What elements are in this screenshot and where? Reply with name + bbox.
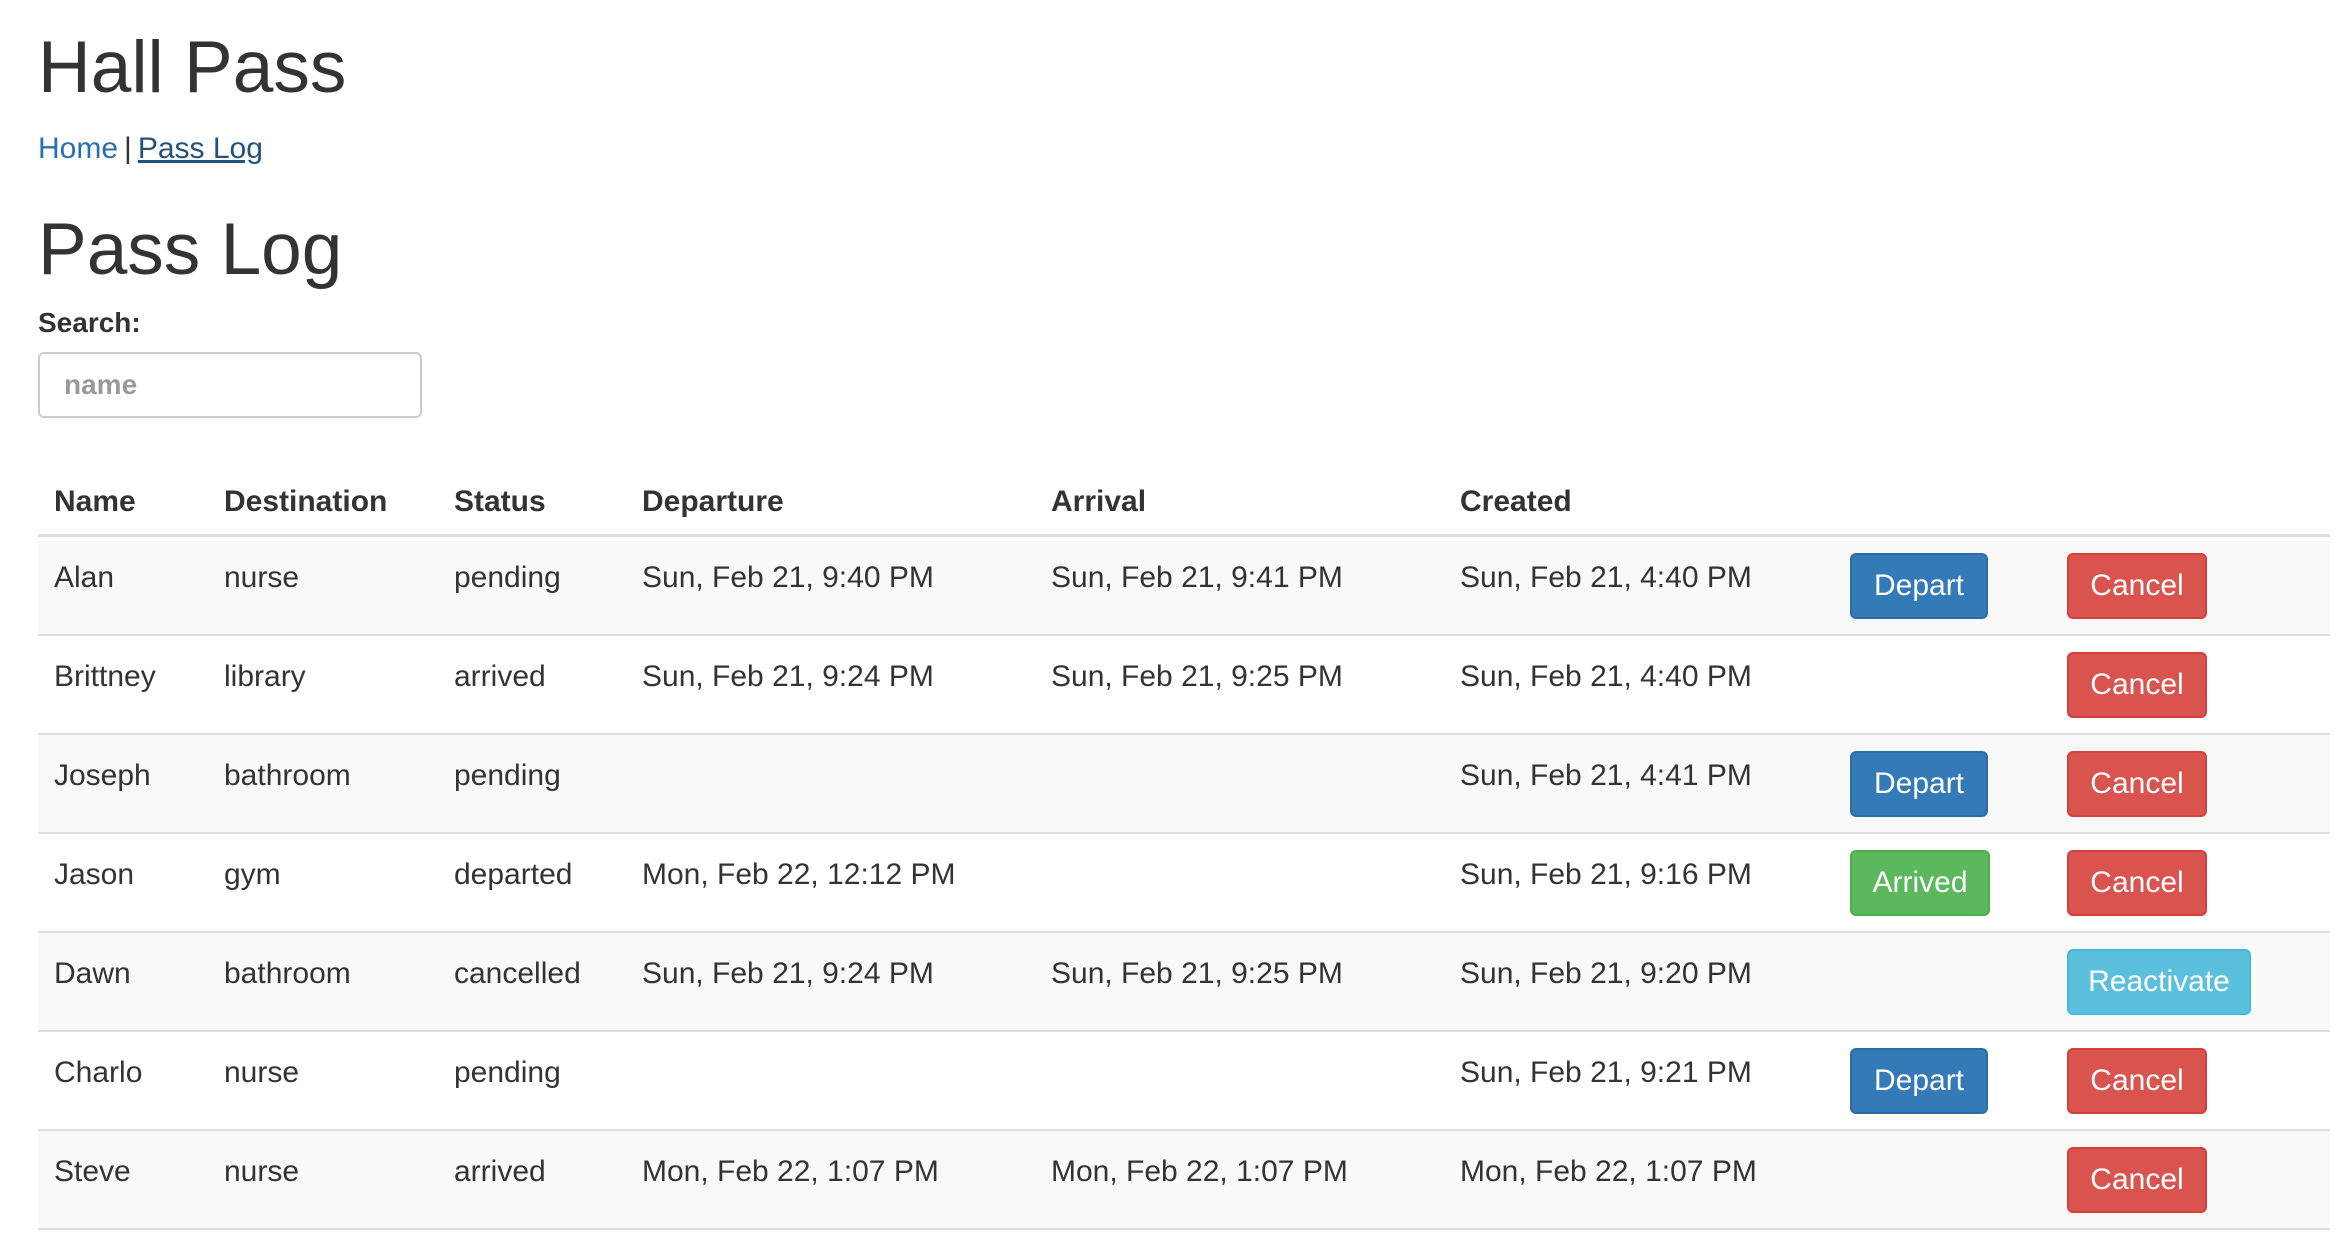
cell-arrival: Sun, Feb 21, 9:25 PM [1035,634,1444,735]
cell-name: Jason [38,832,208,933]
nav-home-link[interactable]: Home [38,132,118,165]
cell-destination: nurse [208,535,438,636]
cell-action-2: Cancel [2051,535,2330,636]
cell-departure: Sun, Feb 21, 9:24 PM [626,931,1035,1032]
cell-created: Sun, Feb 21, 9:21 PM [1444,1030,1834,1131]
cell-departure [626,1030,1035,1131]
table-row: Jason gym departed Mon, Feb 22, 12:12 PM Sun… [38,832,2330,933]
depart-button[interactable]: Depart [1850,553,1988,619]
column-header-created: Created [1444,470,1834,537]
cell-arrival: Mon, Feb 22, 1:07 PM [1035,1129,1444,1230]
cell-departure: Sun, Feb 21, 9:40 PM [626,535,1035,636]
cell-destination: gym [208,832,438,933]
cell-action-2: Reactivate [2051,931,2330,1032]
column-header-action-2 [2051,470,2330,537]
column-header-name: Name [38,470,208,537]
cell-created: Sun, Feb 21, 4:41 PM [1444,733,1834,834]
cell-action-2: Cancel [2051,634,2330,735]
cell-action-1: Depart [1834,535,2051,636]
cell-status: pending [438,535,626,636]
cell-action-2: Cancel [2051,1030,2330,1131]
cell-created: Mon, Feb 22, 1:07 PM [1444,1129,1834,1230]
cell-departure: Mon, Feb 22, 12:12 PM [626,832,1035,933]
cell-created: Sun, Feb 21, 4:40 PM [1444,535,1834,636]
cancel-button[interactable]: Cancel [2067,849,2207,916]
cell-status: pending [438,733,626,834]
cell-destination: bathroom [208,931,438,1032]
cell-created: Sun, Feb 21, 9:20 PM [1444,931,1834,1032]
reactivate-button[interactable]: Reactivate [2067,948,2251,1015]
cancel-button[interactable]: Cancel [2067,553,2207,619]
cell-arrival [1035,733,1444,834]
table-row: Charlo nurse pending Sun, Feb 21, 9:21 PM De… [38,1030,2330,1131]
cell-action-2: Cancel [2051,1129,2330,1230]
cell-status: cancelled [438,931,626,1032]
pass-log-table: Name Destination Status Departure Arriva… [38,470,2330,1230]
depart-button[interactable]: Depart [1850,750,1988,817]
cell-name: Alan [38,535,208,636]
cell-action-2: Cancel [2051,733,2330,834]
cell-action-2: Cancel [2051,832,2330,933]
column-header-action-1 [1834,470,2051,537]
cancel-button[interactable]: Cancel [2067,750,2207,817]
column-header-status: Status [438,470,626,537]
cancel-button[interactable]: Cancel [2067,1047,2207,1114]
cell-departure [626,733,1035,834]
table-row: Alan nurse pending Sun, Feb 21, 9:40 PM Sun,… [38,535,2330,636]
nav-bar: Home | Pass Log [38,130,2331,168]
cell-action-1 [1834,634,2051,735]
arrived-button[interactable]: Arrived [1850,849,1990,916]
cell-status: pending [438,1030,626,1131]
table-row: Brittney library arrived Sun, Feb 21, 9:24 … [38,634,2330,735]
column-header-destination: Destination [208,470,438,537]
cell-arrival [1035,1030,1444,1131]
cell-name: Charlo [38,1030,208,1131]
page-container: Hall Pass Home | Pass Log Pass Log Search:… [0,0,2336,1230]
cell-arrival: Sun, Feb 21, 9:41 PM [1035,535,1444,636]
app-title: Hall Pass [38,27,347,108]
cell-destination: bathroom [208,733,438,834]
cell-destination: library [208,634,438,735]
column-header-arrival: Arrival [1035,470,1444,537]
cell-name: Brittney [38,634,208,735]
nav-separator: | [124,132,132,165]
cancel-button[interactable]: Cancel [2067,1146,2207,1213]
cell-created: Sun, Feb 21, 9:16 PM [1444,832,1834,933]
cell-action-1 [1834,1129,2051,1230]
cell-departure: Mon, Feb 22, 1:07 PM [626,1129,1035,1230]
search-label: Search: [38,307,141,338]
cell-created: Sun, Feb 21, 4:40 PM [1444,634,1834,735]
cell-departure: Sun, Feb 21, 9:24 PM [626,634,1035,735]
cell-name: Dawn [38,931,208,1032]
cell-name: Steve [38,1129,208,1230]
cancel-button[interactable]: Cancel [2067,651,2207,718]
cell-status: arrived [438,634,626,735]
header-row: Name Destination Status Departure Arriva… [38,470,2330,537]
cell-name: Joseph [38,733,208,834]
depart-button[interactable]: Depart [1850,1047,1988,1114]
cell-action-1: Depart [1834,733,2051,834]
table-header: Name Destination Status Departure Arriva… [38,470,2330,537]
cell-status: arrived [438,1129,626,1230]
cell-action-1: Depart [1834,1030,2051,1131]
page-title: Pass Log [38,209,343,290]
cell-arrival: Sun, Feb 21, 9:25 PM [1035,931,1444,1032]
cell-destination: nurse [208,1129,438,1230]
table-body: Alan nurse pending Sun, Feb 21, 9:40 PM Sun,… [38,535,2330,1230]
cell-action-1: Arrived [1834,832,2051,933]
table-row: Steve nurse arrived Mon, Feb 22, 1:07 PM Mon… [38,1129,2330,1230]
cell-arrival [1035,832,1444,933]
table-row: Dawn bathroom cancelled Sun, Feb 21, 9:24 P… [38,931,2330,1032]
table-row: Joseph bathroom pending Sun, Feb 21, 4:41 P… [38,733,2330,834]
cell-status: departed [438,832,626,933]
cell-destination: nurse [208,1030,438,1131]
nav-pass-log-link[interactable]: Pass Log [138,132,263,165]
cell-action-1 [1834,931,2051,1032]
column-header-departure: Departure [626,470,1035,537]
search-input[interactable] [38,352,422,418]
